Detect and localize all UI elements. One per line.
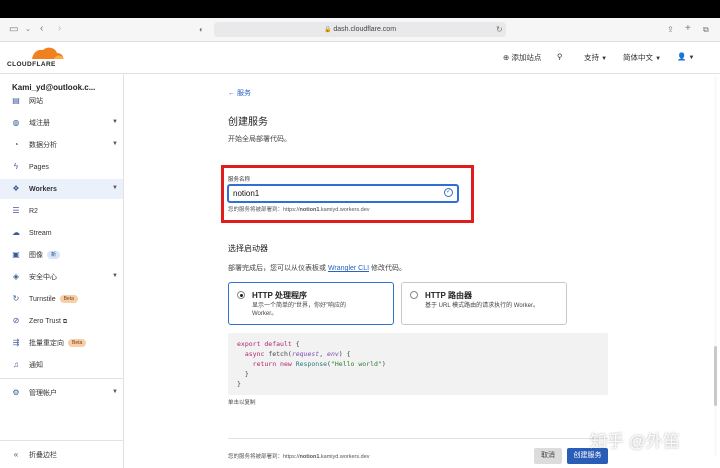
new-tab-icon[interactable]: + [685, 24, 691, 34]
starter-section-desc: 部署完成后，您可以从仪表板或 Wrangler CLI 修改代码。 [228, 265, 407, 272]
tabs-overview-icon[interactable]: ⧉ [703, 25, 709, 35]
turnstile-icon: ↻ [12, 294, 20, 303]
cloud-icon: ☁ [12, 228, 20, 237]
starter-http-handler[interactable]: HTTP 处理程序 显示一个简单的“世界，你好”响应的 Worker。 [228, 282, 394, 325]
caret-down-icon: ▼ [655, 56, 662, 62]
sidebar-item-stream[interactable]: ☁ Stream [0, 223, 123, 243]
shield-icon: ◐ [199, 25, 204, 34]
search-icon[interactable]: ⚲ [557, 52, 563, 61]
code-preview[interactable]: export default { async fetch(request, en… [228, 333, 608, 395]
copy-hint: 单击以复制 [228, 400, 256, 406]
wrangler-cli-link[interactable]: Wrangler CLI [328, 265, 369, 272]
image-icon: ▣ [12, 250, 20, 259]
new-badge: 新 [47, 251, 61, 259]
code-line: return new Response("Hello world") [237, 360, 386, 368]
add-site-button[interactable]: ⊕ 添加站点 [503, 52, 541, 63]
user-icon: 👤 [677, 52, 687, 61]
code-line: export default { [237, 340, 300, 348]
app-header [0, 42, 720, 74]
plus-circle-icon: ⊕ [503, 53, 510, 62]
logo-text: CLOUDFLARE [7, 61, 56, 68]
page-title: 创建服务 [228, 117, 268, 128]
globe-icon: ◍ [12, 118, 20, 127]
beta-badge: Beta [59, 295, 78, 303]
code-line: async fetch(request, env) { [237, 350, 351, 358]
code-line: } [237, 370, 249, 378]
workers-icon: ❖ [12, 184, 20, 193]
starter-http-router[interactable]: HTTP 路由器 基于 URL 模式路由的请求执行的 Worker。 [401, 282, 567, 325]
sidebar-item-workers[interactable]: ❖ Workers ▼ [0, 179, 123, 199]
collapse-sidebar-button[interactable]: « 折叠边栏 [0, 445, 123, 465]
url-text: dash.cloudflare.com [333, 26, 397, 33]
globe-icon: ▤ [12, 96, 20, 105]
share-icon[interactable]: ⇪ [667, 25, 674, 35]
cloud-logo-icon [32, 47, 64, 59]
sidebar-item-security-center[interactable]: ◈ 安全中心 ▼ [0, 267, 123, 287]
sidebar-item-r2[interactable]: ☰ R2 [0, 201, 123, 221]
sidebar-item-analytics[interactable]: ◔ 数据分析 ▼ [0, 135, 123, 155]
sidebar-item-turnstile[interactable]: ↻ Turnstile Beta [0, 289, 123, 309]
page-subtitle: 开始全局部署代码。 [228, 136, 291, 143]
forward-arrow-icon[interactable]: › [58, 24, 61, 34]
divider [228, 438, 608, 439]
chevron-down-icon[interactable]: ⌄ [25, 25, 31, 35]
caret-down-icon: ▼ [112, 119, 118, 125]
service-name-label: 服务名称 [228, 177, 251, 183]
deploy-target-text: 您的服务将被部署到：https://notion1.kamiyd.workers… [228, 454, 370, 460]
radio-selected[interactable] [237, 291, 245, 299]
bell-icon: ♫ [13, 360, 19, 369]
sidebar-item-notifications[interactable]: ♫ 通知 [0, 355, 123, 375]
double-chevron-left-icon: « [13, 450, 19, 459]
beta-badge: Beta [68, 339, 87, 347]
sidebar-item-zero-trust[interactable]: ⊘ Zero Trust ⧉ [0, 311, 123, 331]
support-menu[interactable]: 支持 ▼ [584, 52, 607, 63]
sidebar-toggle-icon[interactable]: ▭ [9, 25, 18, 35]
scrollbar-thumb[interactable] [714, 346, 717, 406]
caret-down-icon: ▼ [688, 55, 695, 61]
chart-icon: ◔ [13, 140, 19, 149]
language-menu[interactable]: 简体中文 ▼ [623, 52, 661, 63]
caret-down-icon: ▼ [112, 273, 118, 279]
system-top-bar [0, 0, 720, 18]
back-to-services-link[interactable]: ← 服务 [228, 88, 251, 98]
scrollbar[interactable] [714, 76, 717, 456]
url-bar[interactable]: 🔒 dash.cloudflare.com [214, 22, 506, 37]
code-line: } [237, 380, 241, 388]
redirect-icon: ⇶ [12, 338, 20, 347]
check-circle-icon: ✓ [444, 188, 453, 197]
cancel-button[interactable]: 取消 [534, 448, 562, 464]
service-name-input[interactable] [227, 184, 459, 203]
user-menu[interactable]: 👤 ▼ [677, 52, 694, 61]
external-link-icon: ⧉ [62, 319, 68, 325]
database-icon: ☰ [12, 206, 20, 215]
reload-icon[interactable]: ↻ [496, 25, 503, 35]
shield-icon: ◈ [12, 272, 20, 281]
caret-down-icon: ▼ [112, 141, 118, 147]
service-name-help: 您的服务将被部署到：https://notion1.kamiyd.workers… [228, 207, 370, 213]
sidebar-item-websites[interactable]: ▤ 网站 [0, 94, 123, 108]
lightning-icon: ϟ [13, 162, 19, 171]
sidebar-item-pages[interactable]: ϟ Pages [0, 157, 123, 177]
caret-down-icon: ▼ [601, 56, 608, 62]
account-name[interactable]: Kami_yd@outlook.c... [12, 83, 95, 92]
sidebar-item-bulk-redirects[interactable]: ⇶ 批量重定向 Beta [0, 333, 123, 353]
divider [0, 440, 123, 441]
radio-unselected[interactable] [410, 291, 418, 299]
caret-down-icon: ▼ [112, 185, 118, 191]
caret-down-icon: ▼ [112, 389, 118, 395]
zero-trust-icon: ⊘ [12, 316, 20, 325]
sidebar-item-manage-account[interactable]: ⚙ 管理帐户 ▼ [0, 383, 123, 403]
sidebar-item-domain-registration[interactable]: ◍ 域注册 ▼ [0, 113, 123, 133]
starter-section-title: 选择启动器 [228, 244, 268, 253]
lock-icon: 🔒 [323, 27, 332, 33]
watermark: 知乎 @外笛 [590, 432, 680, 451]
divider [0, 378, 123, 379]
back-arrow-icon[interactable]: ‹ [40, 24, 43, 34]
gear-icon: ⚙ [12, 388, 20, 397]
sidebar-item-images[interactable]: ▣ 图像新 [0, 245, 123, 265]
